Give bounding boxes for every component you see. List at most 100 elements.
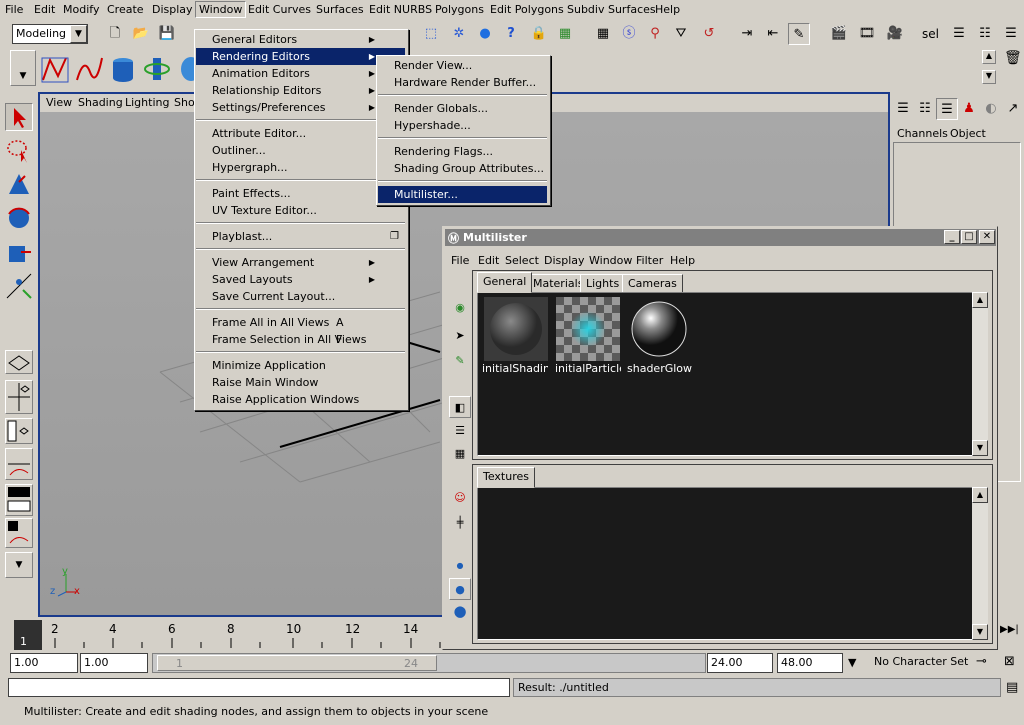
channel-box-tab-channels[interactable]: Channels — [897, 127, 948, 140]
chevron-down-icon[interactable]: ▼ — [848, 656, 856, 669]
revolve-icon[interactable] — [142, 54, 172, 84]
attribute-editor-icon[interactable]: ☰ — [948, 23, 970, 45]
time-slider[interactable] — [8, 620, 442, 650]
show-tool-settings-icon[interactable]: ♟ — [958, 98, 980, 120]
output-ops-icon[interactable]: ⇤ — [762, 23, 784, 45]
ml-menu-select[interactable]: Select — [505, 254, 539, 267]
command-line-input[interactable] — [8, 678, 510, 697]
end-time-field[interactable]: 48.00 — [777, 653, 843, 673]
snap-curve-icon[interactable]: ▦ — [592, 23, 614, 45]
input-ops-icon[interactable]: ⇥ — [736, 23, 758, 45]
ipr-render-icon[interactable]: 🎞 — [856, 23, 878, 45]
open-scene-icon[interactable]: 📂 — [130, 23, 152, 45]
playback-controls-icon[interactable]: ▶▶| — [1000, 624, 1019, 635]
scale-tool-icon[interactable] — [5, 238, 33, 266]
multilister-titlebar[interactable]: Ⓜ Multilister — [445, 229, 996, 246]
ml-menu-edit[interactable]: Edit — [478, 254, 499, 267]
rotate-tool-icon[interactable] — [5, 204, 33, 232]
snap-grid-icon[interactable]: ▦ — [554, 23, 576, 45]
show-layers-icon[interactable]: ☰ — [936, 98, 958, 120]
adjust-icon[interactable]: ╪ — [449, 512, 471, 534]
swatch-initial-particle-se[interactable] — [556, 297, 620, 361]
tab-cameras[interactable]: Cameras — [622, 274, 683, 293]
start-time-field[interactable]: 1.00 — [10, 653, 78, 673]
swatch-shader-glow[interactable] — [627, 297, 691, 361]
viewport-menu-view[interactable]: View — [46, 96, 72, 109]
graph-layout-icon[interactable] — [5, 448, 33, 480]
shading-groups-pane[interactable] — [477, 292, 973, 456]
lasso-tool-icon[interactable] — [5, 136, 33, 164]
medium-swatch-icon[interactable]: ● — [449, 578, 471, 600]
scroll-up-arrow[interactable]: ▲ — [972, 487, 988, 503]
copy-tab-icon[interactable]: ◧ — [449, 396, 471, 418]
manipulator-tool-icon[interactable] — [5, 272, 33, 300]
menu-edit[interactable]: Edit — [34, 3, 55, 16]
make-live-icon[interactable]: ⛛ — [670, 23, 692, 45]
menu-item-raise-main-window[interactable]: Raise Main Window — [196, 374, 405, 391]
range-slider[interactable]: 1 24 — [152, 653, 706, 673]
history-icon[interactable]: ↺ — [698, 23, 720, 45]
menu-item-outliner[interactable]: Outliner... — [196, 142, 405, 159]
maximize-button[interactable]: □ — [961, 230, 977, 244]
select-object-icon[interactable]: ✲ — [448, 23, 470, 45]
cv-curve-tool-icon[interactable] — [40, 54, 70, 84]
menu-item-playblast[interactable]: Playblast... ❐ — [196, 228, 405, 245]
face-icon[interactable]: ☺ — [449, 487, 471, 509]
ep-curve-tool-icon[interactable] — [74, 54, 104, 84]
menu-display[interactable]: Display — [152, 3, 193, 16]
menu-item-render-globals[interactable]: Render Globals... — [378, 100, 547, 117]
snap-point-icon[interactable]: ⓢ — [618, 23, 640, 45]
menu-item-minimize-application[interactable]: Minimize Application — [196, 357, 405, 374]
viewport-menu-shading[interactable]: Shading — [78, 96, 123, 109]
swatch-initial-shading-group[interactable] — [484, 297, 548, 361]
shelf-scroll-down[interactable]: ▼ — [982, 70, 996, 84]
menu-item-multilister[interactable]: Multilister... — [378, 186, 547, 203]
menu-item-relationship-editors[interactable]: Relationship Editors ▶ — [196, 82, 405, 99]
menu-subdiv-surfaces[interactable]: Subdiv Surfaces — [567, 3, 656, 16]
menu-item-view-arrangement[interactable]: View Arrangement ▶ — [196, 254, 405, 271]
ml-menu-help[interactable]: Help — [670, 254, 695, 267]
viewport-menu-lighting[interactable]: Lighting — [125, 96, 169, 109]
menu-edit-polygons[interactable]: Edit Polygons — [490, 3, 564, 16]
render-globals-icon[interactable]: 🎥 — [884, 23, 906, 45]
construction-history-icon[interactable]: ✎ — [788, 23, 810, 45]
ml-select-icon[interactable]: ➤ — [449, 325, 471, 347]
ml-menu-window[interactable]: Window — [589, 254, 632, 267]
menu-window[interactable]: Window — [195, 1, 247, 18]
close-button[interactable]: ✕ — [979, 230, 995, 244]
chevron-down-icon[interactable]: ▼ — [70, 25, 87, 43]
character-set-label[interactable]: No Character Set — [874, 655, 968, 668]
show-channel-box-icon[interactable]: ☰ — [892, 98, 914, 120]
menu-edit-nurbs[interactable]: Edit NURBS — [369, 3, 432, 16]
ml-menu-file[interactable]: File — [451, 254, 469, 267]
key-icon[interactable]: ⊸ — [976, 654, 987, 669]
tool-settings-icon[interactable]: ☷ — [974, 23, 996, 45]
minimize-button[interactable]: _ — [944, 230, 960, 244]
large-swatch-icon[interactable]: ● — [449, 600, 471, 622]
new-scene-icon[interactable]: 🗋 — [104, 23, 126, 45]
small-swatch-icon[interactable]: ● — [449, 555, 471, 577]
tab-lights[interactable]: Lights — [580, 274, 626, 293]
menu-help[interactable]: Help — [655, 3, 680, 16]
help-icon[interactable]: ? — [500, 23, 522, 45]
layout-menu-button[interactable]: ▼ — [5, 552, 33, 578]
menu-item-rendering-editors[interactable]: Rendering Editors ▶ — [196, 48, 405, 65]
top-pane-scrollbar[interactable]: ▲ ▼ — [972, 292, 988, 456]
menu-item-hypershade[interactable]: Hypershade... — [378, 117, 547, 134]
nurbs-cylinder-icon[interactable] — [108, 54, 138, 84]
ml-menu-display[interactable]: Display — [544, 254, 585, 267]
four-view-layout-icon[interactable] — [5, 380, 33, 414]
ml-menu-filter[interactable]: Filter — [636, 254, 663, 267]
hypershade-layout-icon[interactable] — [5, 484, 33, 516]
menu-item-attribute-editor[interactable]: Attribute Editor... — [196, 125, 405, 142]
menu-item-hypergraph[interactable]: Hypergraph... — [196, 159, 405, 176]
shelf-menu-button[interactable]: ▼ — [10, 50, 36, 86]
show-render-icon[interactable]: ◐ — [980, 98, 1002, 120]
menu-item-render-view[interactable]: Render View... — [378, 57, 547, 74]
menu-item-saved-layouts[interactable]: Saved Layouts ▶ — [196, 271, 405, 288]
save-scene-icon[interactable]: 💾 — [156, 23, 178, 45]
bottom-pane-scrollbar[interactable]: ▲ ▼ — [972, 487, 988, 640]
channel-box-tab-object[interactable]: Object — [950, 127, 986, 140]
range-slider-handle[interactable]: 1 24 — [157, 655, 437, 671]
option-box-icon[interactable]: ❐ — [390, 228, 399, 245]
